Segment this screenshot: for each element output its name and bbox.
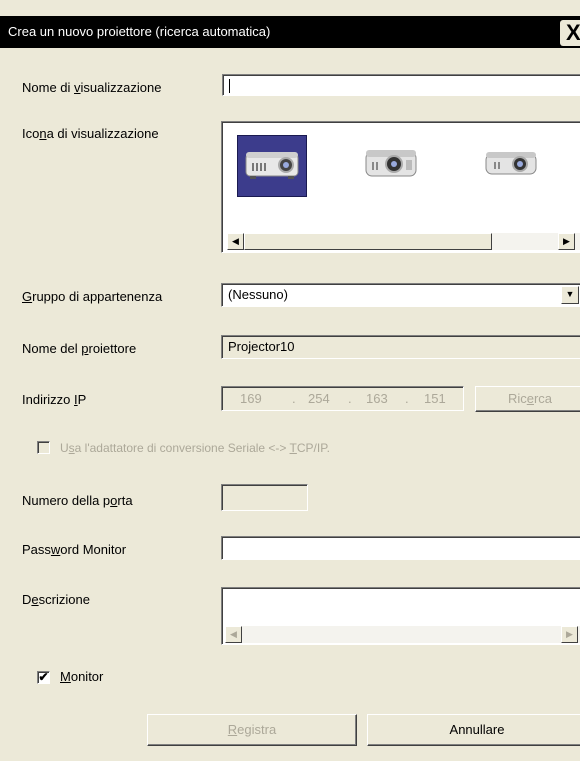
display-icon-label: Icona di visualizzazione xyxy=(22,126,159,141)
dialog-window: Crea un nuovo proiettore (ricerca automa… xyxy=(0,0,580,761)
close-icon[interactable]: X xyxy=(560,20,580,46)
monitor-password-input[interactable] xyxy=(221,536,580,560)
projector-icon-selected[interactable] xyxy=(237,135,307,197)
text-caret xyxy=(229,79,230,93)
group-select[interactable]: (Nessuno) ▼ xyxy=(221,283,580,307)
monitor-checkbox[interactable]: ✔ xyxy=(37,671,50,684)
scroll-left-icon[interactable]: ◀ xyxy=(225,626,242,643)
description-textarea[interactable]: ◀ ▶ xyxy=(221,587,580,645)
serial-adapter-label: Usa l'adattatore di conversione Seriale … xyxy=(60,441,331,455)
projector-name-label: Nome del proiettore xyxy=(22,341,137,356)
chevron-down-icon[interactable]: ▼ xyxy=(561,286,579,304)
title-bar[interactable]: Crea un nuovo proiettore (ricerca automa… xyxy=(0,16,580,48)
port-number-field xyxy=(221,484,308,511)
register-button[interactable]: Registra xyxy=(147,714,357,746)
search-button[interactable]: Ricerca xyxy=(475,386,580,412)
icon-list[interactable]: ◀ ▶ xyxy=(221,121,580,253)
projector-name-field: Projector10 xyxy=(221,335,580,359)
cancel-button[interactable]: Annullare xyxy=(367,714,580,746)
description-label: Descrizione xyxy=(22,592,90,607)
monitor-label: Monitor xyxy=(60,669,104,684)
ip-octet-1: 169 xyxy=(240,391,262,406)
icon-list-scrollbar[interactable]: ◀ ▶ xyxy=(227,233,580,250)
ip-octet-2: 254 xyxy=(308,391,330,406)
scroll-thumb[interactable] xyxy=(244,233,492,250)
scroll-left-icon[interactable]: ◀ xyxy=(227,233,244,250)
projector-icon-front[interactable] xyxy=(360,142,424,186)
port-number-label: Numero della porta xyxy=(22,493,133,508)
monitor-password-label: Password Monitor xyxy=(22,542,127,557)
display-name-label: Nome di visualizzazione xyxy=(22,80,162,95)
projector-icon-side[interactable] xyxy=(480,144,544,186)
serial-adapter-checkbox[interactable] xyxy=(37,441,50,454)
group-label: Gruppo di appartenenza xyxy=(22,289,163,304)
window-title: Crea un nuovo proiettore (ricerca automa… xyxy=(8,24,271,39)
ip-octet-4: 151 xyxy=(424,391,446,406)
ip-octet-3: 163 xyxy=(366,391,388,406)
ip-address-field: 169 . 254 . 163 . 151 xyxy=(221,386,464,411)
scroll-right-icon[interactable]: ▶ xyxy=(558,233,575,250)
description-scrollbar[interactable]: ◀ ▶ xyxy=(225,626,580,643)
scroll-right-icon[interactable]: ▶ xyxy=(561,626,578,643)
ip-address-label: Indirizzo IP xyxy=(22,392,87,407)
display-name-input[interactable] xyxy=(222,74,580,96)
